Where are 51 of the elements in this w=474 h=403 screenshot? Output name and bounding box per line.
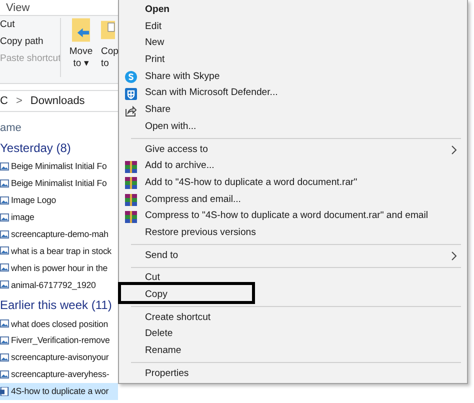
file-row[interactable]: screencapture-averyhess- — [0, 366, 118, 383]
archive-icon — [125, 194, 137, 206]
menu-item[interactable]: Edit — [121, 18, 465, 36]
file-row[interactable]: image — [0, 208, 118, 226]
file-row[interactable]: what is a bear trap in stock — [0, 242, 118, 260]
menu-item[interactable]: Print — [121, 52, 465, 69]
menu-item[interactable]: Restore previous versions — [121, 224, 465, 242]
file-row[interactable]: Beige Minimalist Initial Fo — [0, 158, 118, 175]
file-row[interactable]: Image Logo — [0, 192, 118, 209]
file-row[interactable]: screencapture-avisonyour — [0, 348, 118, 366]
menu-item[interactable]: Open — [121, 2, 465, 19]
column-header[interactable]: ame — [0, 120, 118, 136]
group-header[interactable]: Earlier this week (11) — [0, 295, 118, 316]
menu-item[interactable]: Scan with Microsoft Defender... — [121, 85, 465, 102]
file-row[interactable]: when is power hour in the — [0, 259, 118, 276]
menu-item[interactable]: Rename — [121, 343, 465, 360]
file-row[interactable]: 4S-how to duplicate a wor — [0, 382, 118, 400]
ribbon-tab[interactable]: View — [6, 2, 30, 14]
file-row[interactable]: Fiverr_Verification-remove — [0, 332, 118, 349]
menu-item[interactable]: Add to archive... — [121, 158, 465, 175]
menu-item[interactable]: New — [121, 35, 465, 52]
menu-item[interactable]: Send to — [121, 248, 465, 264]
document-icon — [0, 386, 9, 396]
archive-icon — [125, 177, 137, 190]
share-icon — [125, 104, 137, 117]
menu-item[interactable]: Cut — [121, 270, 465, 287]
file-row[interactable]: screencapture-demo-mah — [0, 226, 118, 242]
menu-item[interactable]: Share with Skype — [121, 68, 465, 86]
file-row[interactable]: what does closed position — [0, 315, 118, 332]
ribbon-button[interactable]: Cop to — [101, 16, 116, 83]
address-bar[interactable]: C > Downloads — [0, 90, 118, 112]
ribbon-button[interactable]: Move to ▾ — [67, 16, 95, 83]
archive-icon — [125, 160, 137, 173]
ribbon-action[interactable]: Cut — [0, 18, 15, 31]
menu-item[interactable]: Delete — [121, 326, 465, 344]
group-header[interactable]: Yesterday (8) — [0, 138, 118, 158]
menu-item[interactable]: Open with... — [121, 118, 465, 136]
file-row[interactable]: animal-6717792_1920 — [0, 276, 118, 294]
menu-item[interactable]: Properties — [121, 366, 465, 382]
skype-icon — [125, 71, 137, 84]
menu-item[interactable]: Create shortcut — [121, 310, 465, 326]
menu-item[interactable]: Compress to "4S-how to duplicate a word document.rar" and email — [121, 208, 465, 225]
file-row[interactable]: Beige Minimalist Initial Fo — [0, 174, 118, 192]
ribbon-action[interactable]: Copy path — [0, 35, 44, 48]
archive-icon — [125, 210, 137, 223]
menu-item[interactable]: Compress and email... — [121, 192, 465, 208]
menu-item[interactable]: Add to "4S-how to duplicate a word document.rar" — [121, 174, 465, 192]
menu-item[interactable]: Copy — [121, 287, 465, 304]
menu-item[interactable]: Share — [121, 102, 465, 119]
shield-icon — [125, 88, 137, 100]
menu-item[interactable]: Give access to — [121, 142, 465, 158]
